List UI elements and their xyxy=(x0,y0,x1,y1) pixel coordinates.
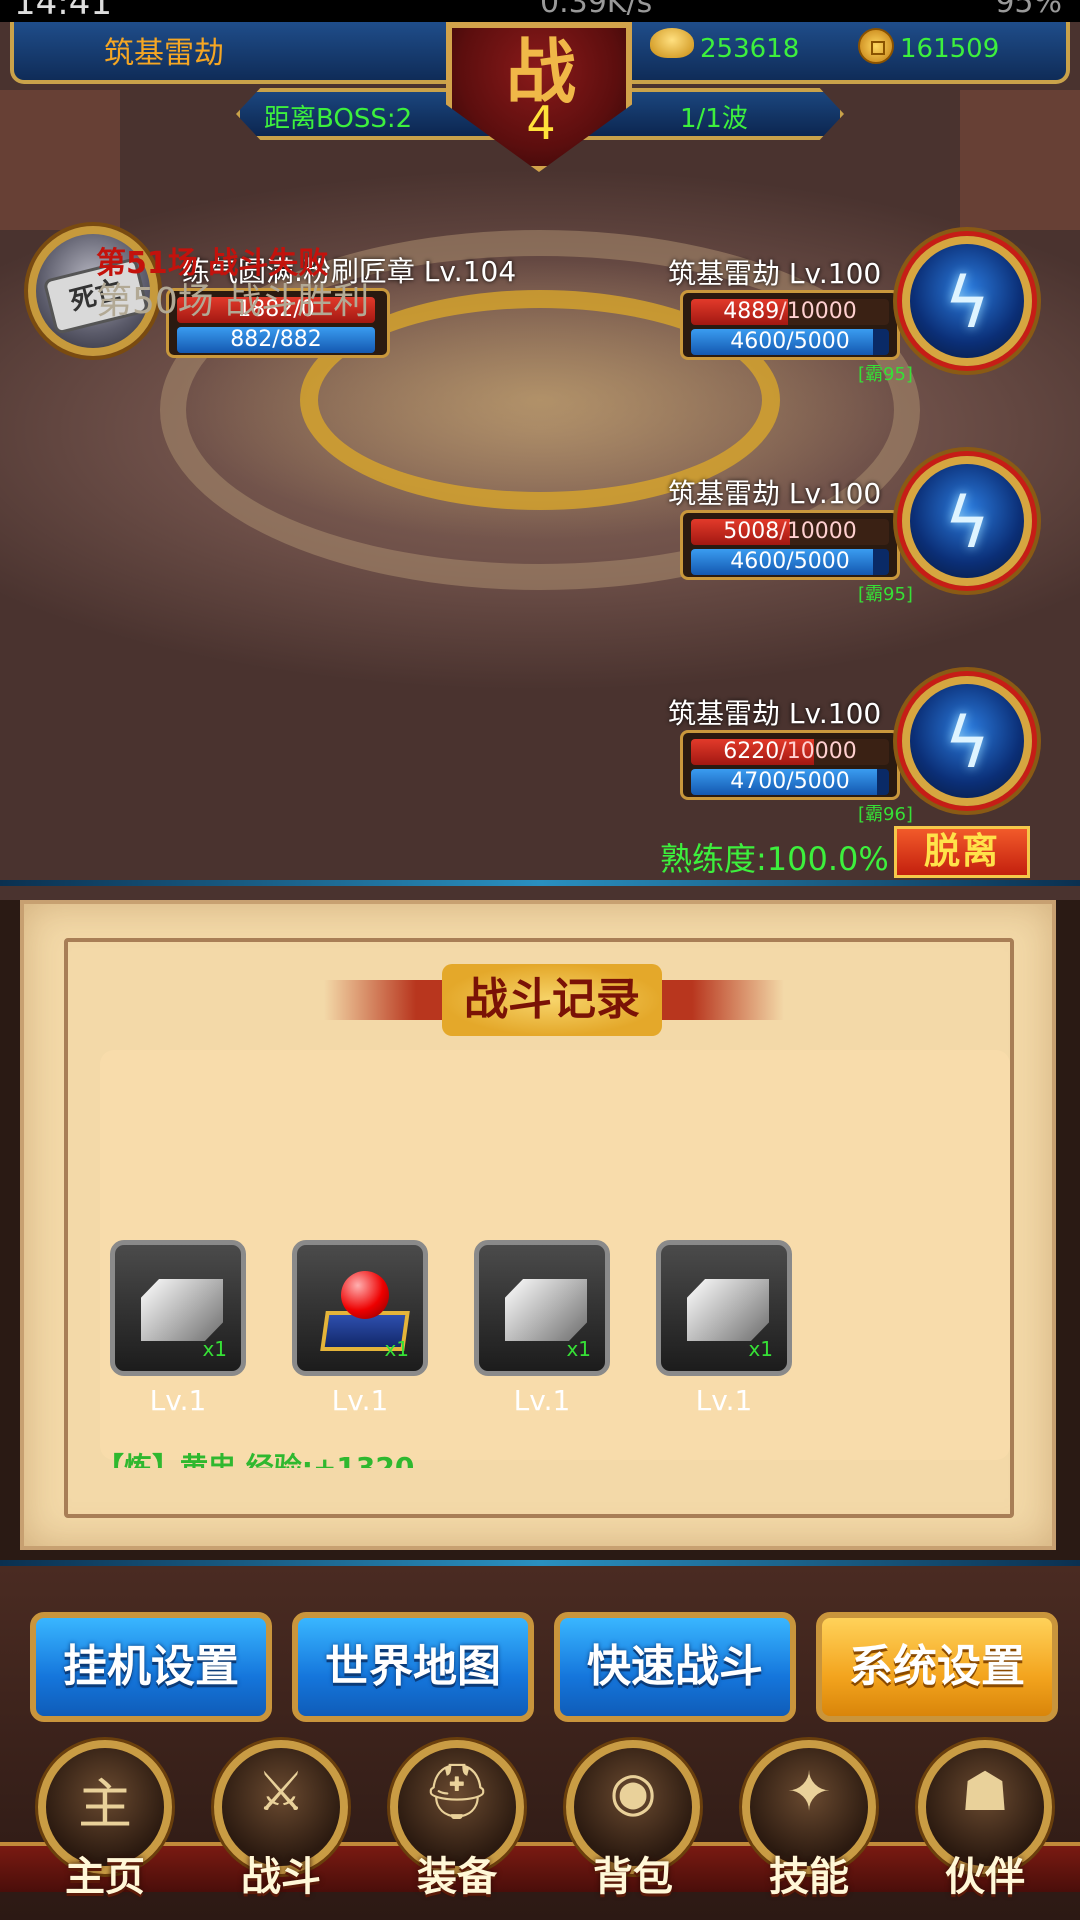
system-settings-button[interactable]: 系统设置 xyxy=(816,1612,1058,1722)
status-battery: 95% xyxy=(995,0,1062,20)
enemy-hp-value: 4889 xyxy=(723,299,780,324)
nav-label: 技能 xyxy=(769,1854,849,1900)
enemy-hp-bar: 4889/10000 xyxy=(691,299,889,325)
home-glyph: 主 xyxy=(78,1773,132,1836)
enemy-hp-text: 4889/10000 xyxy=(691,299,889,325)
coin-amount: 161509 xyxy=(900,34,1000,64)
nav-bag[interactable]: ◉ 背包 xyxy=(558,1740,708,1920)
gold-ingot-icon xyxy=(650,28,694,58)
skills-glyph: ✦ xyxy=(786,1760,832,1823)
enemy-hp-value: 6220 xyxy=(723,739,780,764)
enemy-hp-max: /10000 xyxy=(779,299,857,324)
loot-item[interactable]: x1 Lv.1 xyxy=(656,1240,796,1417)
nav-label: 战斗 xyxy=(241,1854,321,1900)
enemy-bars: 5008/10000 4600/5000 xyxy=(680,510,900,580)
enemy-rank-tag: [霸96] xyxy=(858,804,913,825)
nav-skills[interactable]: ✦ 技能 xyxy=(734,1740,884,1920)
enemy-rank-tag: [霸95] xyxy=(858,584,913,605)
enemy-mp-text: 4600/5000 xyxy=(730,329,850,354)
loot-qty: x1 xyxy=(384,1337,409,1361)
quick-battle-button[interactable]: 快速战斗 xyxy=(554,1612,796,1722)
equipment-glyph: ⛑ xyxy=(422,1760,492,1823)
loot-level: Lv.1 xyxy=(695,1384,753,1417)
enemy-bars: 4889/10000 4600/5000 xyxy=(680,290,900,360)
leave-battle-button[interactable]: 脱离 xyxy=(894,826,1030,878)
loot-level: Lv.1 xyxy=(513,1384,571,1417)
status-time: 14:41 xyxy=(14,0,112,22)
loot-level: Lv.1 xyxy=(331,1384,389,1417)
enemy-hp-bar: 6220/10000 xyxy=(691,739,889,765)
nav-equipment[interactable]: ⛑ 装备 xyxy=(382,1740,532,1920)
coin-icon xyxy=(858,28,894,64)
enemy-mp-bar: 4600/5000 xyxy=(691,329,889,355)
loot-item[interactable]: x1 Lv.1 xyxy=(110,1240,250,1417)
loot-qty: x1 xyxy=(566,1337,591,1361)
enemy-portrait[interactable]: ϟ xyxy=(902,676,1032,806)
world-map-button[interactable]: 世界地图 xyxy=(292,1612,534,1722)
stage-name: 筑基雷劫 xyxy=(104,36,224,71)
nav-label: 主页 xyxy=(65,1854,145,1900)
lightning-icon: ϟ xyxy=(944,262,991,344)
enemy-hp-text: 5008/10000 xyxy=(691,519,889,545)
partners-glyph: ☗ xyxy=(960,1760,1010,1823)
enemy-name: 筑基雷劫 Lv.100 xyxy=(668,257,882,290)
loot-level: Lv.1 xyxy=(149,1384,207,1417)
loot-frame: x1 xyxy=(292,1240,428,1376)
silver-ingot-icon xyxy=(141,1279,223,1341)
mastery-text: 熟练度:100.0% xyxy=(660,840,889,878)
loot-frame: x1 xyxy=(656,1240,792,1376)
enemy-hp-max: /10000 xyxy=(779,519,857,544)
right-pillar xyxy=(960,90,1080,230)
nav-battle[interactable]: ⚔ 战斗 xyxy=(206,1740,356,1920)
enemy-portrait[interactable]: ϟ xyxy=(902,456,1032,586)
enemy-mp-bar: 4700/5000 xyxy=(691,769,889,795)
bag-glyph: ◉ xyxy=(609,1760,657,1823)
log-line-victory: 第50场 战斗胜利 xyxy=(96,281,370,322)
status-net-speed: 0.39K/s xyxy=(540,0,653,20)
enemy-hp-text: 6220/10000 xyxy=(691,739,889,765)
loot-item[interactable]: x1 Lv.1 xyxy=(474,1240,614,1417)
enemy-mp-text: 4700/5000 xyxy=(730,769,850,794)
boss-distance: 距离BOSS:2 xyxy=(264,104,413,134)
enemy-bars: 6220/10000 4700/5000 xyxy=(680,730,900,800)
silver-ingot-icon xyxy=(687,1279,769,1341)
nav-label: 伙伴 xyxy=(945,1854,1025,1900)
enemy-mp-text: 4600/5000 xyxy=(730,549,850,574)
player-mp-bar: 882/882 xyxy=(177,327,375,353)
battle-glyph: ⚔ xyxy=(256,1760,306,1823)
gold-amount: 253618 xyxy=(700,34,800,64)
loot-qty: x1 xyxy=(748,1337,773,1361)
nav-home[interactable]: 主 主页 xyxy=(30,1740,180,1920)
enemy-mp-bar: 4600/5000 xyxy=(691,549,889,575)
auto-battle-settings-button[interactable]: 挂机设置 xyxy=(30,1612,272,1722)
loot-item[interactable]: x1 Lv.1 xyxy=(292,1240,432,1417)
battle-log-title: 战斗记录 xyxy=(442,964,662,1036)
enemy-hp-value: 5008 xyxy=(723,519,780,544)
exp-gain-line: 【炼】黄忠 经验:+1320 xyxy=(96,1451,415,1468)
left-pillar xyxy=(0,90,120,230)
silver-ingot-icon xyxy=(505,1279,587,1341)
enemy-hp-bar: 5008/10000 xyxy=(691,519,889,545)
nav-label: 背包 xyxy=(593,1854,673,1900)
enemy-portrait[interactable]: ϟ xyxy=(902,236,1032,366)
loot-qty: x1 xyxy=(202,1337,227,1361)
lightning-icon: ϟ xyxy=(944,482,991,564)
player-mp-text: 882/882 xyxy=(230,327,322,352)
loot-frame: x1 xyxy=(110,1240,246,1376)
nav-partners[interactable]: ☗ 伙伴 xyxy=(910,1740,1060,1920)
wave-counter: 1/1波 xyxy=(680,104,748,134)
enemy-name: 筑基雷劫 Lv.100 xyxy=(668,477,882,510)
enemy-rank-tag: [霸95] xyxy=(858,364,913,385)
round-number: 4 xyxy=(526,96,556,150)
enemy-hp-max: /10000 xyxy=(779,739,857,764)
enemy-name: 筑基雷劫 Lv.100 xyxy=(668,697,882,730)
divider xyxy=(0,880,1080,886)
nav-label: 装备 xyxy=(417,1854,497,1900)
lightning-icon: ϟ xyxy=(944,702,991,784)
loot-frame: x1 xyxy=(474,1240,610,1376)
